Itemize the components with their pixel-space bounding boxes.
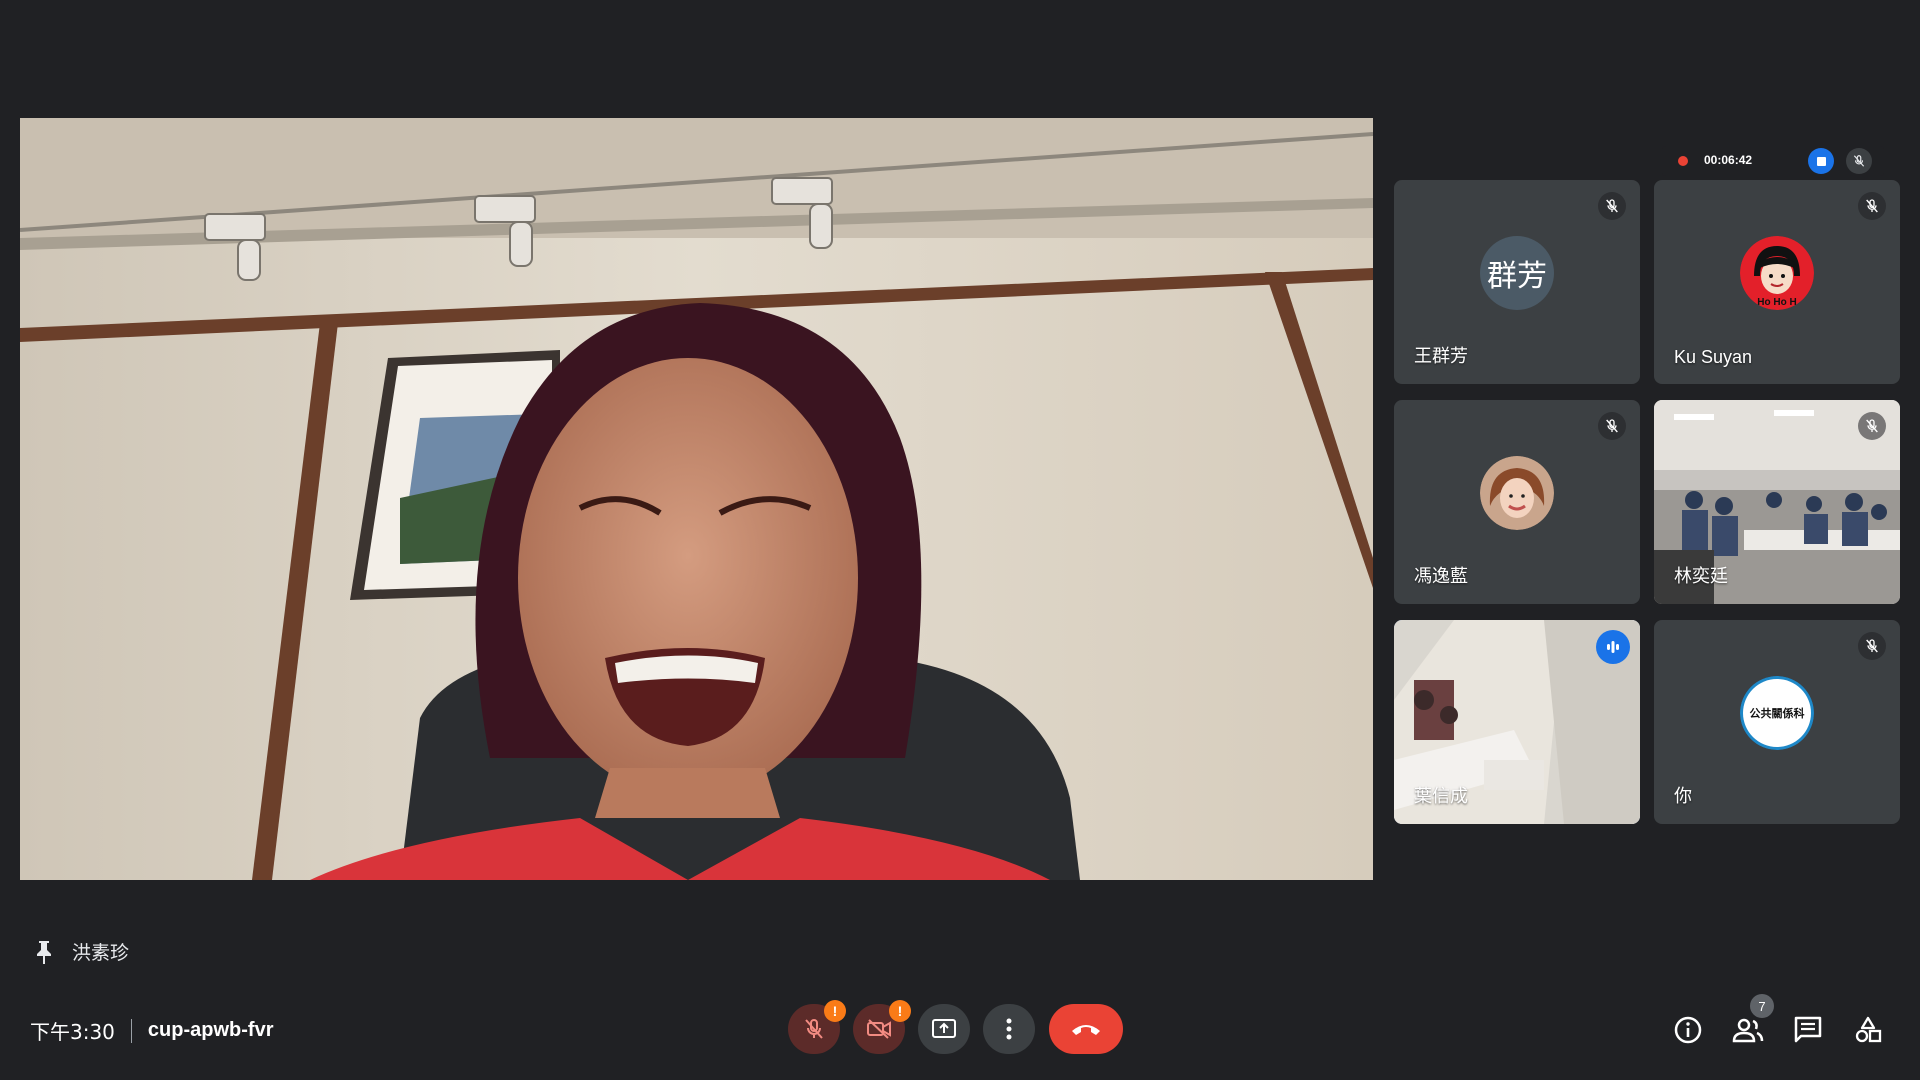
recording-dot-icon <box>1678 156 1688 166</box>
camera-warning-badge: ! <box>889 1000 911 1022</box>
participant-name: 王群芳 <box>1414 346 1468 366</box>
logo-avatar-image: 公共關係科 <box>1740 676 1814 750</box>
avatar: Ho Ho H <box>1740 236 1814 310</box>
divider <box>130 1018 132 1043</box>
pinned-participant-name: 洪素珍 <box>72 942 130 964</box>
present-screen-button[interactable] <box>918 1004 970 1054</box>
avatar-text: 公共關係科 <box>1750 706 1805 720</box>
avatar-initials: 群芳 <box>1480 236 1554 310</box>
mic-off-icon <box>1858 632 1886 660</box>
stop-icon <box>1816 156 1826 166</box>
participant-tile-active-speaker[interactable]: 葉信成 <box>1394 620 1640 824</box>
mic-off-icon <box>1858 412 1886 440</box>
recording-elapsed: 00:06:42 <box>1704 153 1753 167</box>
avatar: 公共關係科 <box>1740 676 1814 750</box>
activities-shapes-icon <box>1855 1016 1882 1043</box>
pin-icon[interactable] <box>34 939 54 965</box>
chat-button[interactable] <box>1790 1012 1826 1048</box>
avatar: 群芳 <box>1480 236 1554 310</box>
info-icon <box>1674 1016 1702 1044</box>
cartoon-avatar-image: Ho Ho H <box>1740 236 1814 310</box>
clock-time: 下午3:30 <box>30 1020 115 1044</box>
participant-tile[interactable]: 林奕廷 <box>1654 400 1900 604</box>
recording-indicator: 00:06:42 <box>1662 146 1884 176</box>
chat-icon <box>1794 1016 1822 1043</box>
meeting-details-button[interactable] <box>1670 1012 1706 1048</box>
leave-call-button[interactable] <box>1049 1004 1123 1054</box>
avatar <box>1480 456 1554 530</box>
pinned-video-frame <box>20 118 1373 880</box>
stop-recording-button[interactable] <box>1808 148 1834 174</box>
more-vert-icon <box>1006 1018 1012 1040</box>
microphone-toggle-button[interactable]: ! <box>788 1000 846 1054</box>
more-options-button[interactable] <box>983 1004 1035 1054</box>
end-call-icon <box>1072 1025 1100 1035</box>
participant-tile[interactable]: 群芳 王群芳 <box>1394 180 1640 384</box>
avatar-text: Ho Ho H <box>1757 297 1796 308</box>
participant-tile[interactable]: 馮逸藍 <box>1394 400 1640 604</box>
people-icon <box>1732 1018 1764 1043</box>
present-screen-icon <box>932 1019 956 1038</box>
participant-name: 林奕廷 <box>1674 566 1728 586</box>
mic-off-icon <box>1858 192 1886 220</box>
pinned-participant-label: 洪素珍 <box>34 938 129 965</box>
mic-off-icon <box>1598 192 1626 220</box>
speaking-indicator-icon <box>1596 630 1630 664</box>
pinned-video[interactable] <box>20 118 1373 880</box>
mic-off-icon <box>1853 155 1865 167</box>
participant-name: Ku Suyan <box>1674 347 1753 367</box>
mic-off-icon <box>805 1018 823 1039</box>
participant-count-badge: 7 <box>1750 994 1774 1018</box>
participant-name: 葉信成 <box>1414 786 1468 806</box>
participant-name: 馮逸藍 <box>1414 566 1468 586</box>
activities-button[interactable] <box>1850 1012 1886 1048</box>
camera-off-icon <box>867 1019 891 1039</box>
mic-off-icon <box>1598 412 1626 440</box>
photo-avatar-image <box>1480 456 1554 530</box>
recording-mic-off-button[interactable] <box>1846 148 1872 174</box>
participant-name: 你 <box>1674 786 1692 806</box>
participant-tile-self[interactable]: 公共關係科 你 <box>1654 620 1900 824</box>
meeting-details: 下午3:30 cup-apwb-fvr <box>30 1016 273 1045</box>
camera-toggle-button[interactable]: ! <box>853 1000 911 1054</box>
participant-tile[interactable]: Ho Ho H Ku Suyan <box>1654 180 1900 384</box>
mic-warning-badge: ! <box>824 1000 846 1022</box>
meeting-code: cup-apwb-fvr <box>147 1019 274 1041</box>
